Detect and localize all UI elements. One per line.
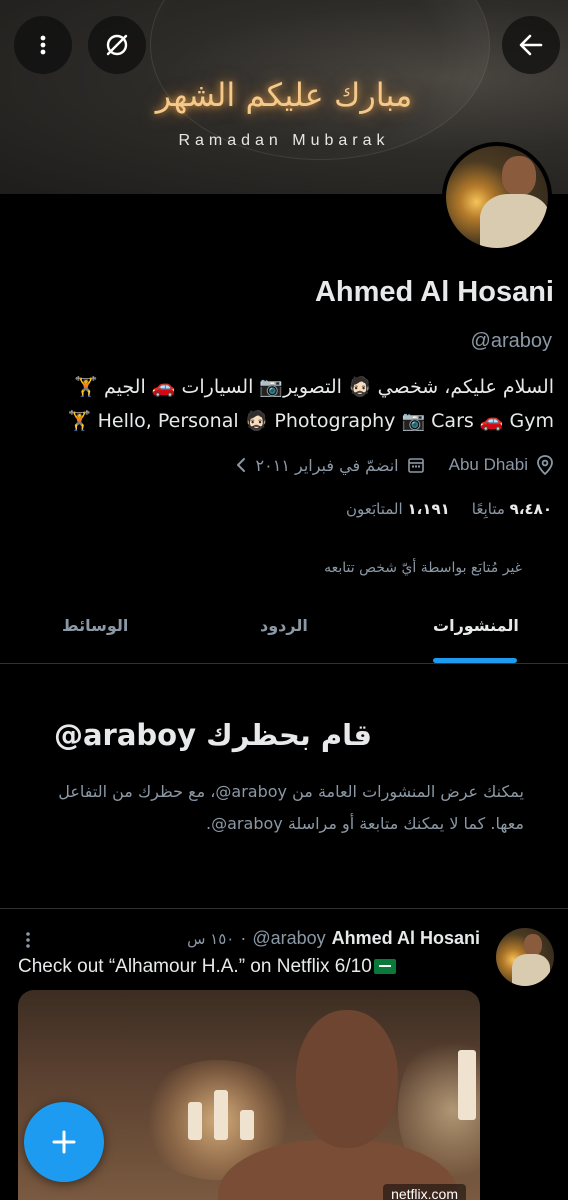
followers-stat[interactable]: ١،١٩١ المتابَعون xyxy=(346,500,450,518)
profile-tabs: المنشورات الردود الوسائط xyxy=(0,598,568,664)
more-vertical-icon xyxy=(26,932,30,948)
banner-arabic-text: مبارك عليكم الشهر xyxy=(155,76,413,114)
followers-label: المتابَعون xyxy=(345,500,403,518)
avatar-body xyxy=(512,954,550,986)
active-tab-indicator xyxy=(433,658,517,663)
candle xyxy=(240,1110,254,1140)
more-options-button[interactable] xyxy=(14,16,72,74)
calendar-icon xyxy=(407,458,424,473)
mute-slash-icon xyxy=(106,34,128,56)
profile-stats: ١،١٩١ المتابَعون ٩،٤٨٠ متابِعًا xyxy=(346,500,552,518)
tweet-text: Check out “Alhamour H.A.” on Netflix 6/1… xyxy=(18,956,372,977)
more-vertical-icon xyxy=(40,35,46,55)
bio-arabic-line: السلام عليكم، شخصي 🧔🏻 التصوير📷 السيارات … xyxy=(74,376,554,398)
person-head xyxy=(296,1010,398,1148)
tweet-more-button[interactable] xyxy=(20,928,36,952)
profile-location: Abu Dhabi xyxy=(448,455,528,474)
avatar-body xyxy=(480,194,548,248)
following-count: ٩،٤٨٠ xyxy=(509,500,552,518)
back-button[interactable] xyxy=(502,16,560,74)
header-separator: · xyxy=(240,928,247,948)
mute-button[interactable] xyxy=(88,16,146,74)
tweet-avatar[interactable] xyxy=(496,928,554,986)
candle xyxy=(188,1102,202,1140)
media-watermark: netflix.com xyxy=(383,1184,466,1200)
saudi-flag-icon xyxy=(373,959,396,974)
blocked-description: يمكنك عرض المنشورات العامة من araboy@، م… xyxy=(58,782,524,833)
avatar-face xyxy=(524,934,542,956)
compose-button[interactable] xyxy=(24,1102,104,1182)
bio-english-line: 🏋️ Hello, Personal 🧔🏻 Photography 📷 Cars… xyxy=(67,410,554,432)
divider xyxy=(0,908,568,909)
candle xyxy=(214,1090,228,1140)
avatar-face xyxy=(502,156,536,196)
followed-by-note: غير مُتابَع بواسطة أيّ شخص تتابعه xyxy=(324,560,522,576)
following-stat[interactable]: ٩،٤٨٠ متابِعًا xyxy=(472,500,552,518)
profile-name: Ahmed Al Hosani xyxy=(314,276,554,308)
plus-icon xyxy=(52,1130,76,1154)
profile-bio: السلام عليكم، شخصي 🧔🏻 التصوير📷 السيارات … xyxy=(14,370,554,438)
profile-avatar[interactable] xyxy=(442,142,552,252)
profile-meta: Abu Dhabi انضمّ في فبراير ٢٠١١ xyxy=(234,452,554,478)
tweet-header: Ahmed Al Hosani @araboy · ١٥٠ س xyxy=(187,928,480,949)
following-label: متابِعًا xyxy=(471,500,505,518)
tab-posts[interactable]: المنشورات xyxy=(433,616,519,635)
tweet-author-handle: @araboy xyxy=(252,928,326,948)
chevron-left-icon[interactable] xyxy=(234,457,248,473)
tab-replies[interactable]: الردود xyxy=(260,616,308,635)
tweet-author-name[interactable]: Ahmed Al Hosani xyxy=(332,928,480,949)
profile-joined-date: انضمّ في فبراير ٢٠١١ xyxy=(255,455,399,475)
tweet-time[interactable]: ١٥٠ س xyxy=(187,930,234,948)
followers-count: ١،١٩١ xyxy=(407,500,450,518)
tab-media[interactable]: الوسائط xyxy=(62,616,128,635)
blocked-title: قام بحظرك araboy@ xyxy=(53,718,372,752)
profile-handle: @araboy xyxy=(470,330,552,352)
candle xyxy=(458,1050,476,1120)
tweet-text-line: Check out “Alhamour H.A.” on Netflix 6/1… xyxy=(18,956,396,978)
arrow-left-icon xyxy=(519,34,543,56)
location-pin-icon xyxy=(537,455,553,475)
